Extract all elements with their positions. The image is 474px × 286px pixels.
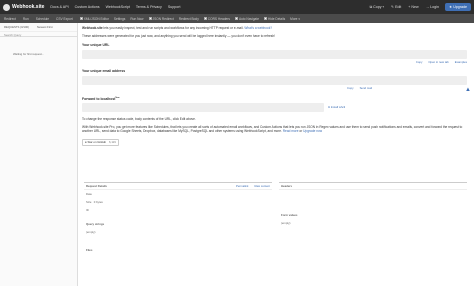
install-whcli-button[interactable]: ⧉ Install whcli (328, 105, 345, 110)
option-settings[interactable]: Settings (114, 17, 126, 21)
main-content: Webhook.site lets you easily inspect, te… (82, 26, 467, 146)
webhook-logo-icon (3, 3, 10, 11)
examples-button[interactable]: Examples (455, 60, 467, 65)
nav-support[interactable]: Support (168, 5, 181, 9)
accessibility-icon[interactable]: ▲ (465, 87, 471, 93)
option-redirect-body[interactable]: Redirect Body (179, 17, 199, 21)
headers-title: Headers (281, 184, 293, 188)
read-more-link[interactable]: Read more (283, 129, 299, 133)
copy-url-button[interactable]: Copy (416, 60, 423, 65)
copy-button[interactable]: ⧉ Copy ▾ (370, 5, 384, 9)
github-icon: ● (85, 140, 87, 145)
checkbox[interactable] (79, 17, 83, 20)
detail-date: Date (86, 192, 92, 196)
detail-id: ID (86, 208, 89, 212)
forward-row: ⧉ Install whcli (82, 103, 467, 113)
redirect-button[interactable]: Redirect (4, 17, 16, 21)
raw-content-link[interactable]: Raw content (254, 184, 270, 188)
unique-url-label: Your unique URL (82, 43, 110, 48)
upgrade-now-link[interactable]: Upgrade now (303, 129, 322, 133)
checkbox[interactable] (234, 17, 238, 20)
more-menu[interactable]: More ▾ (290, 17, 300, 21)
github-star-count: 6,119 (108, 140, 116, 145)
form-values-empty: (empty) (281, 221, 291, 225)
run-button[interactable]: Run (23, 17, 29, 21)
new-button[interactable]: + New (408, 5, 418, 9)
option-xml-json-editor[interactable]: XML/JSON Editor (79, 17, 109, 21)
option-run-now[interactable]: Run Now (130, 17, 143, 21)
nav-docs[interactable]: Docs & API (50, 5, 68, 9)
checkbox[interactable] (203, 17, 207, 20)
whats-webhook-link[interactable]: What's a webhook? (244, 26, 272, 30)
forward-label: Forward to localhostNew (82, 96, 120, 101)
schedule-button[interactable]: Schedule (36, 17, 49, 21)
intro-text: Webhook.site lets you easily inspect, te… (82, 26, 273, 30)
action-toolbar: Redirect Run Schedule CSV Export XML/JSO… (0, 14, 474, 23)
headers-panel: Headers Form values (empty) (279, 182, 467, 282)
email-label: Your unique email address (82, 69, 126, 74)
csv-export-button[interactable]: CSV Export (56, 17, 73, 21)
email-field[interactable] (82, 75, 467, 85)
option-hide-details[interactable]: Hide Details (263, 17, 285, 21)
files-title: Files (86, 248, 93, 252)
waiting-message: Waiting for first request... (13, 52, 44, 56)
email-actions: Copy Send mail (82, 86, 467, 91)
upgrade-button[interactable]: ★ Upgrade (444, 3, 471, 11)
requests-count: REQUESTS (0/100) (4, 25, 30, 29)
query-strings-empty: (empty) (86, 230, 96, 234)
unique-url-field[interactable] (82, 49, 467, 59)
request-details-title: Request Details (86, 184, 107, 188)
option-auto-navigate[interactable]: Auto Navigate (234, 17, 259, 21)
pro-text: With Webhook.site Pro, you get more feat… (82, 124, 463, 134)
copy-email-button[interactable]: Copy (347, 86, 354, 91)
nav-custom-actions[interactable]: Custom Actions (75, 5, 100, 9)
checkbox[interactable] (148, 17, 152, 20)
sidebar-tabs: REQUESTS (0/100) Newest First (0, 23, 77, 32)
detail-size: Size 0 bytes (86, 200, 103, 204)
send-mail-button[interactable]: Send mail (360, 86, 372, 91)
generated-text: These addresses were generated for you j… (82, 33, 276, 38)
query-strings-title: Query strings (86, 222, 105, 226)
brand-name: Webhook.site (12, 4, 45, 10)
nav-terms[interactable]: Terms & Privacy (136, 5, 162, 9)
sort-order[interactable]: Newest First (37, 25, 53, 29)
search-query-input[interactable]: Search Query (0, 32, 77, 37)
forward-command-field[interactable] (82, 103, 324, 113)
change-text: To change the response status code, body… (82, 117, 196, 122)
checkbox[interactable] (263, 17, 267, 20)
form-values-title: Form values (281, 213, 298, 217)
edit-button[interactable]: ✎ Edit (391, 5, 401, 9)
brand[interactable]: Webhook.site (3, 3, 45, 11)
permalink-link[interactable]: Permalink (236, 184, 248, 188)
nav-webhookscript[interactable]: WebhookScript (106, 5, 130, 9)
requests-sidebar: REQUESTS (0/100) Newest First Search Que… (0, 23, 78, 286)
open-new-tab-button[interactable]: Open in new tab (428, 60, 448, 65)
github-star-button[interactable]: ● Star on GitHub 6,119 (82, 139, 119, 146)
login-button[interactable]: → Login (426, 5, 439, 9)
top-navbar: Webhook.site Docs & API Custom Actions W… (0, 0, 474, 14)
url-actions: Copy Open in new tab Examples (82, 60, 467, 65)
option-json-redirect[interactable]: JSON Redirect (148, 17, 174, 21)
option-cors-headers[interactable]: CORS Headers (203, 17, 230, 21)
request-details-panel: Request Details Permalink Raw content Dat… (84, 182, 272, 282)
